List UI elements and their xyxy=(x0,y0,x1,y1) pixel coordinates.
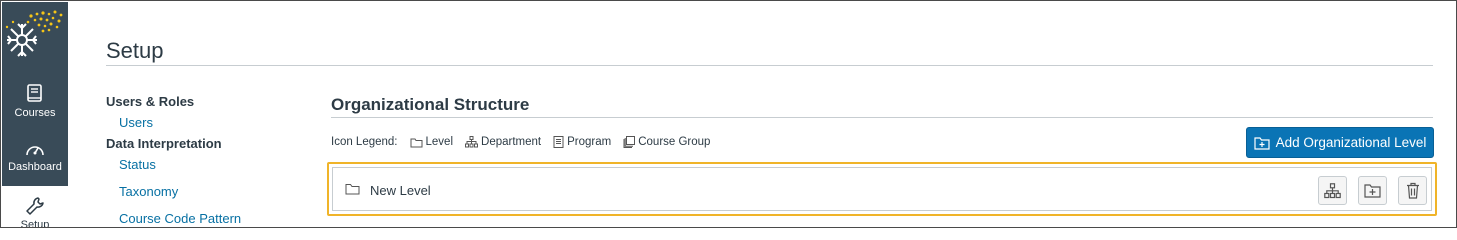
sidebar-heading-data-interpretation: Data Interpretation xyxy=(106,136,222,151)
legend-item-course-group: Course Group xyxy=(623,136,710,148)
app-frame: Courses Dashboard Setup Setup Users & Ro… xyxy=(0,0,1457,228)
add-organizational-level-button[interactable]: Add Organizational Level xyxy=(1246,127,1434,158)
legend-item-program: Program xyxy=(553,136,611,148)
setup-sidebar: Users & Roles Users Data Interpretation … xyxy=(106,94,241,227)
nav-setup[interactable]: Setup xyxy=(2,186,68,228)
icon-legend: Icon Legend: Level Department Program Co… xyxy=(331,136,710,148)
delete-level-button[interactable] xyxy=(1398,176,1427,205)
sidebar-heading-users-roles: Users & Roles xyxy=(106,94,195,109)
legend-label: Icon Legend: xyxy=(331,136,398,148)
gauge-icon xyxy=(26,146,44,156)
legend-item-department: Department xyxy=(465,136,541,148)
nav-setup-label: Setup xyxy=(20,219,50,228)
legend-course-group-label: Course Group xyxy=(638,136,711,148)
document-icon xyxy=(553,136,564,148)
add-sublevel-button[interactable] xyxy=(1358,176,1387,205)
add-department-button[interactable] xyxy=(1318,176,1347,205)
sidebar-link-course-code-pattern[interactable]: Course Code Pattern xyxy=(106,211,241,227)
sidebar-link-status[interactable]: Status xyxy=(106,157,241,184)
nav-courses[interactable]: Courses xyxy=(2,84,68,134)
section-title: Organizational Structure xyxy=(331,95,530,114)
add-folder-icon xyxy=(1364,184,1381,198)
add-organizational-level-label: Add Organizational Level xyxy=(1275,135,1427,150)
trash-icon xyxy=(1406,182,1419,199)
nav-dashboard[interactable]: Dashboard xyxy=(2,142,68,186)
title-divider xyxy=(106,65,1433,66)
legend-program-label: Program xyxy=(567,136,612,148)
sidebar-link-users[interactable]: Users xyxy=(106,115,241,136)
legend-item-level: Level xyxy=(410,136,454,148)
nav-courses-label: Courses xyxy=(14,107,56,119)
level-row[interactable]: New Level xyxy=(332,167,1432,211)
legend-department-label: Department xyxy=(481,136,542,148)
folder-icon xyxy=(345,184,360,195)
wrench-icon xyxy=(26,197,44,215)
global-nav: Courses Dashboard Setup xyxy=(2,2,68,228)
section-divider xyxy=(331,117,1433,118)
app-logo[interactable] xyxy=(2,2,68,68)
hierarchy-icon xyxy=(1324,182,1341,198)
level-name: New Level xyxy=(370,183,431,198)
nav-dashboard-label: Dashboard xyxy=(8,161,62,173)
book-icon xyxy=(27,84,42,102)
page-title: Setup xyxy=(106,38,164,63)
logo-icon xyxy=(5,10,63,57)
sidebar-link-taxonomy[interactable]: Taxonomy xyxy=(106,184,241,211)
level-row-highlight: New Level xyxy=(327,162,1437,216)
stacked-documents-icon xyxy=(623,136,636,148)
add-folder-icon xyxy=(1253,136,1270,150)
hierarchy-icon xyxy=(465,136,479,148)
folder-icon xyxy=(410,138,423,147)
legend-level-label: Level xyxy=(425,136,454,148)
